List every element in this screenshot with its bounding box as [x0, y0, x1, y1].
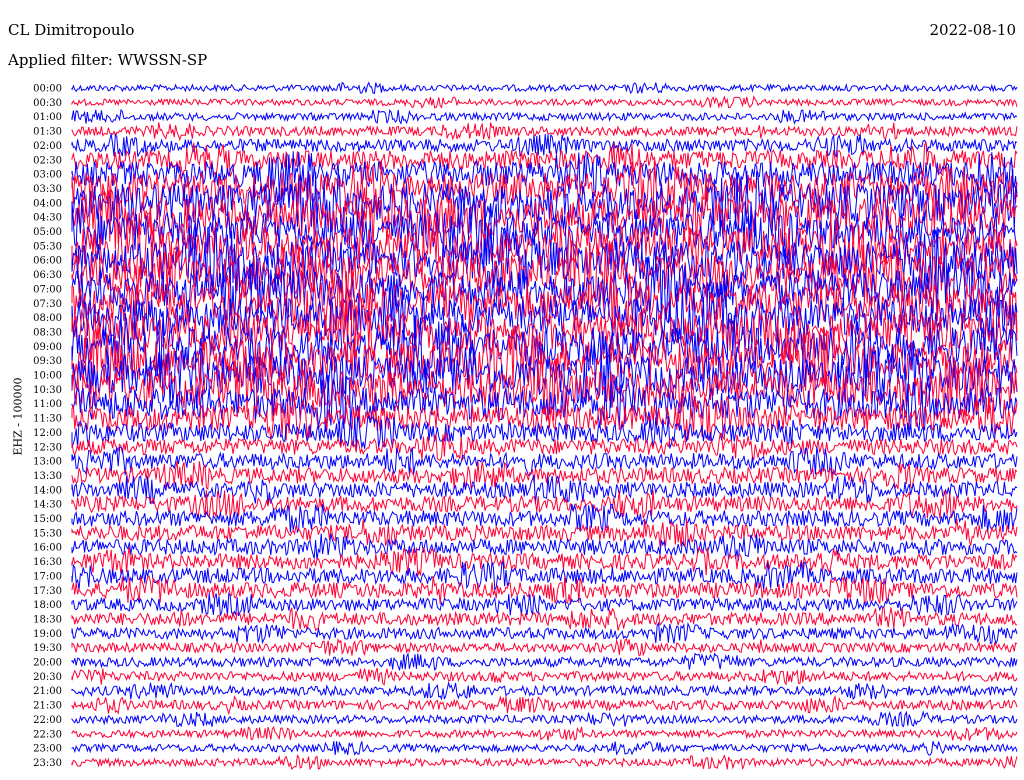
- trace-1400: [71, 474, 1018, 505]
- trace-2100: [71, 680, 1018, 701]
- tick-label-1200: 12:00: [33, 428, 62, 439]
- tick-label-0330: 03:30: [33, 184, 62, 195]
- tick-label-0600: 06:00: [33, 256, 62, 267]
- tick-label-0530: 05:30: [33, 241, 62, 252]
- tick-label-1730: 17:30: [33, 586, 62, 597]
- tick-label-0030: 00:30: [33, 98, 62, 109]
- tick-label-0900: 09:00: [33, 342, 62, 353]
- tick-label-0000: 00:00: [33, 84, 62, 95]
- trace-1630: [71, 545, 1018, 576]
- trace-1300: [71, 446, 1018, 477]
- trace-2330: [71, 754, 1018, 771]
- tick-label-0400: 04:00: [33, 198, 62, 209]
- tick-label-1400: 14:00: [33, 485, 62, 496]
- tick-label-1430: 14:30: [33, 500, 62, 511]
- tick-label-2030: 20:30: [33, 672, 62, 683]
- tick-label-0200: 02:00: [33, 141, 62, 152]
- tick-label-0630: 06:30: [33, 270, 62, 281]
- tick-label-1500: 15:00: [33, 514, 62, 525]
- tick-label-1700: 17:00: [33, 571, 62, 582]
- tick-label-0230: 02:30: [33, 155, 62, 166]
- tick-label-1830: 18:30: [33, 614, 62, 625]
- tick-label-1030: 10:30: [33, 385, 62, 396]
- tick-label-0830: 08:30: [33, 327, 62, 338]
- tick-label-0300: 03:00: [33, 170, 62, 181]
- trace-2000: [71, 651, 1018, 671]
- trace-1900: [71, 621, 1018, 646]
- tick-label-1230: 12:30: [33, 442, 62, 453]
- tick-label-1800: 18:00: [33, 600, 62, 611]
- trace-2230: [71, 725, 1018, 742]
- trace-1330: [71, 461, 1018, 491]
- tick-label-2200: 22:00: [33, 715, 62, 726]
- tick-label-1000: 10:00: [33, 371, 62, 382]
- tick-labels-group: 00:00 00:30 01:00 01:30 02:00 02:30 03:00 03:30…: [33, 84, 62, 769]
- tick-label-0430: 04:30: [33, 213, 62, 224]
- tick-label-0500: 05:00: [33, 227, 62, 238]
- tick-label-0800: 08:00: [33, 313, 62, 324]
- trace-0030: [71, 95, 1018, 109]
- tick-label-1900: 19:00: [33, 629, 62, 640]
- tick-label-2130: 21:30: [33, 701, 62, 712]
- tick-label-1300: 13:00: [33, 457, 62, 468]
- trace-2200: [71, 710, 1018, 728]
- tick-label-1600: 16:00: [33, 543, 62, 554]
- tick-label-0130: 01:30: [33, 127, 62, 138]
- trace-2030: [71, 667, 1018, 687]
- trace-1930: [71, 637, 1018, 657]
- tick-label-1630: 16:30: [33, 557, 62, 568]
- trace-1200: [71, 415, 1018, 449]
- tick-label-1130: 11:30: [33, 414, 62, 425]
- seismogram-chart: 00:00 00:30 01:00 01:30 02:00 02:30 03:00 03:30…: [33, 81, 1018, 771]
- trace-1730: [71, 575, 1018, 605]
- trace-0200: [71, 132, 1018, 159]
- tick-label-2000: 20:00: [33, 658, 62, 669]
- tick-label-2230: 22:30: [33, 729, 62, 740]
- tick-label-1100: 11:00: [33, 399, 62, 410]
- traces-group: [71, 81, 1018, 771]
- tick-label-1530: 15:30: [33, 528, 62, 539]
- tick-label-0100: 01:00: [33, 112, 62, 123]
- tick-label-1330: 13:30: [33, 471, 62, 482]
- tick-label-2100: 21:00: [33, 686, 62, 697]
- tick-label-2330: 23:30: [33, 758, 62, 769]
- tick-label-0730: 07:30: [33, 299, 62, 310]
- trace-1500: [71, 503, 1018, 533]
- trace-2300: [71, 740, 1018, 756]
- tick-label-2300: 23:00: [33, 744, 62, 755]
- trace-0000: [71, 81, 1018, 95]
- tick-label-1930: 19:30: [33, 643, 62, 654]
- tick-label-0930: 09:30: [33, 356, 62, 367]
- trace-0100: [71, 108, 1018, 125]
- tick-label-0700: 07:00: [33, 284, 62, 295]
